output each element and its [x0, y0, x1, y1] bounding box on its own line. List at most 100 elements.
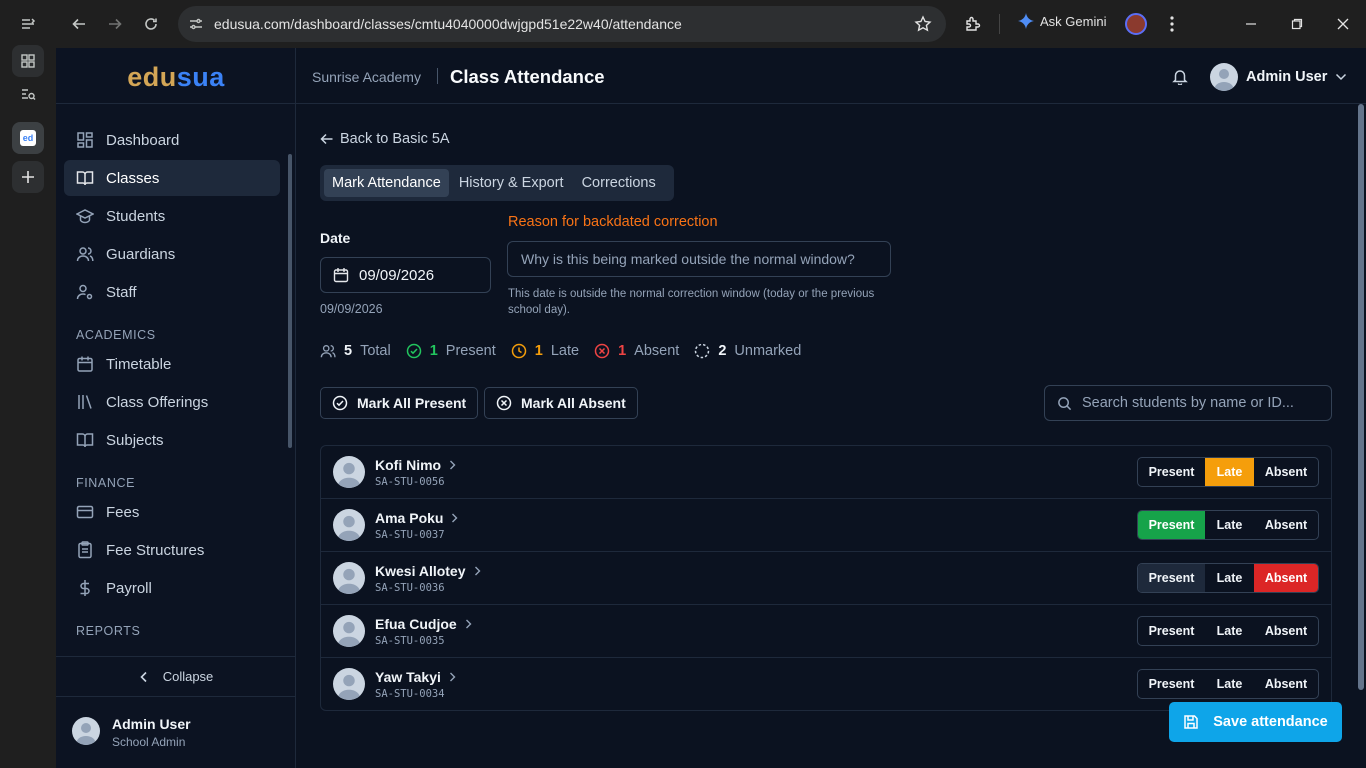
reason-input[interactable]: Why is this being marked outside the nor…	[507, 241, 891, 277]
student-name-link[interactable]: Yaw Takyi	[375, 669, 456, 685]
student-name-link[interactable]: Efua Cudjoe	[375, 616, 472, 632]
gemini-sparkle-icon	[1018, 13, 1034, 29]
status-absent-button[interactable]: Absent	[1254, 511, 1318, 539]
ask-gemini-button[interactable]: Ask Gemini	[1018, 13, 1106, 29]
sidebar-item-label: Staff	[106, 283, 137, 301]
collapse-button[interactable]: Collapse	[56, 656, 296, 696]
student-name-link[interactable]: Kofi Nimo	[375, 457, 456, 473]
sidebar-item-label: Students	[106, 207, 166, 225]
minimize-icon[interactable]	[1239, 12, 1263, 36]
student-name-link[interactable]: Kwesi Allotey	[375, 563, 481, 579]
sidebar-item-label: Timetable	[106, 355, 172, 373]
sidebar-item-staff[interactable]: Staff	[64, 274, 280, 310]
back-arrow-icon[interactable]	[63, 8, 95, 40]
stat-present-label: Present	[445, 343, 496, 359]
extensions-icon[interactable]	[964, 15, 982, 33]
status-present-button[interactable]: Present	[1138, 564, 1205, 592]
page-scrollbar[interactable]	[1358, 104, 1364, 690]
back-link[interactable]: Back to Basic 5A	[320, 131, 450, 147]
sidebar-item-fees[interactable]: Fees	[64, 494, 280, 530]
sidebar-item-label: Class Offerings	[106, 393, 209, 411]
stat-total-label: Total	[360, 343, 391, 359]
sidebar-item-payroll[interactable]: Payroll	[64, 570, 280, 606]
tab-groups-icon[interactable]	[12, 45, 44, 77]
tab-mark-attendance[interactable]: Mark Attendance	[324, 169, 449, 197]
chevron-right-icon	[449, 672, 456, 682]
table-row: Ama Poku SA-STU-0037 Present Late Absent	[321, 499, 1331, 552]
close-window-icon[interactable]	[1331, 12, 1355, 36]
sidebar-item-subjects[interactable]: Subjects	[64, 422, 280, 458]
status-absent-button[interactable]: Absent	[1254, 617, 1318, 645]
status-present-button[interactable]: Present	[1138, 670, 1205, 698]
chevron-right-icon	[465, 619, 472, 629]
date-picker[interactable]: 09/09/2026	[320, 257, 491, 293]
sidebar-item-label: Fees	[106, 503, 140, 521]
status-late-button[interactable]: Late	[1205, 670, 1254, 698]
forward-arrow-icon[interactable]	[99, 8, 131, 40]
header-user-menu[interactable]: Admin User	[1210, 63, 1347, 91]
sidebar-item-class-offerings[interactable]: Class Offerings	[64, 384, 280, 420]
status-late-button[interactable]: Late	[1205, 511, 1254, 539]
status-present-button[interactable]: Present	[1138, 458, 1205, 486]
new-tab-icon[interactable]	[12, 161, 44, 193]
status-present-button[interactable]: Present	[1138, 511, 1205, 539]
browser-tab-strip: ed	[0, 0, 56, 768]
tab-strip-toggle-icon[interactable]	[12, 8, 44, 40]
tab-corrections[interactable]: Corrections	[574, 169, 664, 197]
sidebar-item-label: Dashboard	[106, 131, 180, 149]
edusua-logo[interactable]: edusua	[56, 62, 296, 93]
stat-absent-count: 1	[618, 343, 627, 359]
status-toggle: Present Late Absent	[1137, 510, 1319, 540]
edusua-tab-favicon[interactable]: ed	[12, 122, 44, 154]
table-row: Kwesi Allotey SA-STU-0036 Present Late A…	[321, 552, 1331, 605]
profile-avatar-icon[interactable]	[1125, 13, 1147, 35]
site-settings-icon[interactable]	[188, 16, 204, 32]
save-attendance-button[interactable]: Save attendance	[1169, 702, 1342, 742]
sidebar-item-students[interactable]: Students	[64, 198, 280, 234]
status-late-button[interactable]: Late	[1205, 564, 1254, 592]
sidebar-item-fee-structures[interactable]: Fee Structures	[64, 532, 280, 568]
x-circle-icon	[594, 343, 610, 359]
status-absent-button[interactable]: Absent	[1254, 458, 1318, 486]
student-avatar	[333, 562, 365, 594]
address-bar[interactable]: edusua.com/dashboard/classes/cmtu4040000…	[178, 6, 946, 42]
restore-icon[interactable]	[1285, 12, 1309, 36]
sidebar-item-dashboard[interactable]: Dashboard	[64, 122, 280, 158]
status-absent-button[interactable]: Absent	[1254, 564, 1318, 592]
dollar-icon	[80, 580, 90, 596]
chevron-right-icon	[474, 566, 481, 576]
sidebar-item-timetable[interactable]: Timetable	[64, 346, 280, 382]
app-window: edusua Dashboard Classes Students Guardi…	[56, 48, 1366, 768]
student-search-input[interactable]: Search students by name or ID...	[1044, 385, 1332, 421]
stat-total-count: 5	[344, 343, 353, 359]
student-name-link[interactable]: Ama Poku	[375, 510, 458, 526]
stat-unmarked: 2 Unmarked	[694, 343, 801, 359]
status-toggle: Present Late Absent	[1137, 457, 1319, 487]
tab-search-icon[interactable]	[12, 78, 44, 110]
mark-all-absent-button[interactable]: Mark All Absent	[484, 387, 638, 419]
book-open-icon	[76, 171, 94, 186]
stat-unmarked-label: Unmarked	[734, 343, 802, 359]
sidebar-user-card[interactable]: Admin User School Admin	[56, 696, 296, 768]
mark-all-present-button[interactable]: Mark All Present	[320, 387, 479, 419]
page-title: Class Attendance	[450, 66, 605, 87]
sidebar-item-label: Classes	[106, 169, 160, 187]
status-present-button[interactable]: Present	[1138, 617, 1205, 645]
status-late-button[interactable]: Late	[1205, 617, 1254, 645]
status-absent-button[interactable]: Absent	[1254, 670, 1318, 698]
stat-unmarked-count: 2	[718, 343, 727, 359]
save-attendance-label: Save attendance	[1213, 714, 1328, 730]
sidebar-item-classes[interactable]: Classes	[64, 160, 280, 196]
dashed-circle-icon	[695, 343, 710, 359]
sidebar-scroll-thumb[interactable]	[288, 154, 292, 448]
breadcrumb-school[interactable]: Sunrise Academy	[312, 69, 421, 85]
section-reports: REPORTS	[76, 624, 141, 638]
bell-icon[interactable]	[1172, 68, 1188, 85]
reload-icon[interactable]	[135, 8, 167, 40]
browser-menu-icon[interactable]	[1164, 15, 1180, 33]
bookmark-star-icon[interactable]	[914, 15, 932, 33]
avatar	[72, 717, 100, 745]
sidebar-item-guardians[interactable]: Guardians	[64, 236, 280, 272]
status-late-button[interactable]: Late	[1205, 458, 1254, 486]
tab-history-export[interactable]: History & Export	[451, 169, 572, 197]
